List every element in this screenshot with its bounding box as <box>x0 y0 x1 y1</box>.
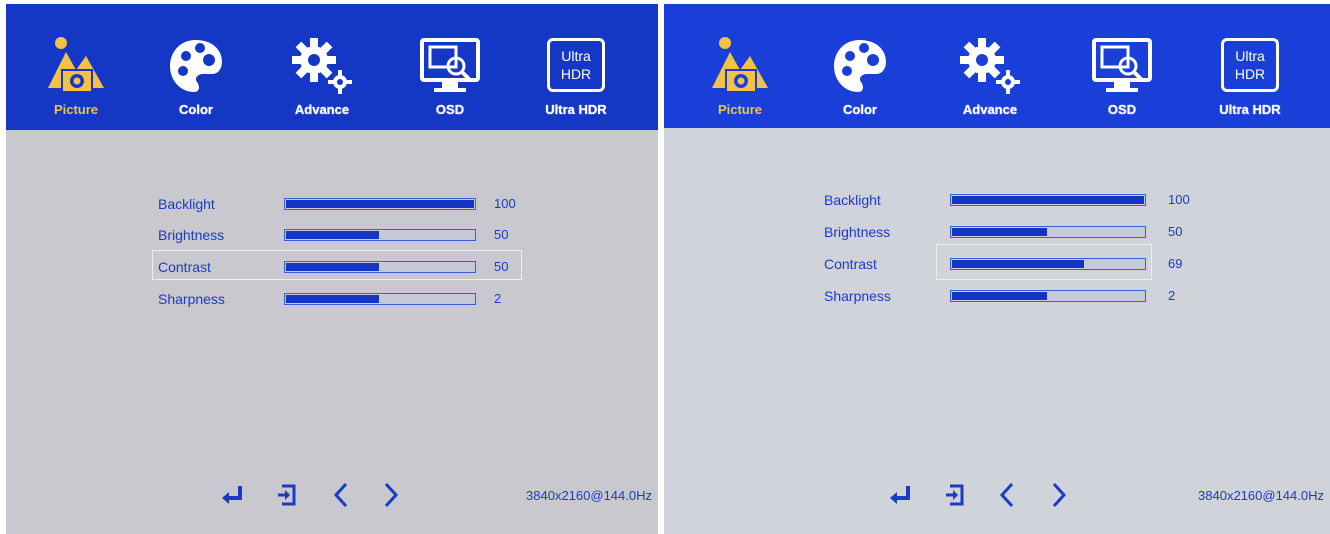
setting-label: Contrast <box>824 256 877 272</box>
tab-label: Ultra HDR <box>545 102 607 117</box>
contrast-slider[interactable] <box>950 258 1146 270</box>
ultra-hdr-icon-text: Ultra <box>1235 48 1265 64</box>
picture-icon <box>708 36 772 105</box>
setting-value: 50 <box>494 259 509 274</box>
palette-icon <box>166 36 226 101</box>
setting-row-brightness[interactable]: Brightness 50 <box>158 223 538 249</box>
slider-fill <box>952 228 1047 236</box>
tab-label: OSD <box>1107 102 1137 117</box>
tab-advance[interactable]: Advance <box>272 34 372 120</box>
setting-value: 100 <box>494 196 516 211</box>
resolution-readout: 3840x2160@144.0Hz <box>1198 488 1324 503</box>
sharpness-slider[interactable] <box>284 293 476 305</box>
slider-fill <box>286 231 379 239</box>
backlight-slider[interactable] <box>284 198 476 210</box>
tab-label: Color <box>179 102 213 117</box>
osd-bottom-bar: 3840x2160@144.0Hz <box>6 474 658 534</box>
tab-color[interactable]: Color <box>146 34 246 120</box>
slider-fill <box>286 295 379 303</box>
left-arrow-icon[interactable] <box>328 480 354 510</box>
tab-label: Picture <box>717 102 763 117</box>
slider-fill <box>952 292 1047 300</box>
right-arrow-icon[interactable] <box>1046 480 1072 510</box>
gear-icon <box>290 36 354 101</box>
setting-row-sharpness[interactable]: Sharpness 2 <box>824 284 1204 310</box>
tab-ultra-hdr[interactable]: Ultra HDR Ultra HDR <box>526 34 626 120</box>
tab-color[interactable]: Color <box>810 34 910 120</box>
ultra-hdr-icon: Ultra HDR <box>1221 38 1279 92</box>
slider-fill <box>286 263 379 271</box>
gear-icon <box>958 36 1022 101</box>
setting-row-backlight[interactable]: Backlight 100 <box>824 188 1204 214</box>
exit-icon[interactable] <box>274 480 300 510</box>
setting-row-contrast[interactable]: Contrast 50 <box>158 255 538 281</box>
setting-value: 69 <box>1168 256 1183 271</box>
brightness-slider[interactable] <box>950 226 1146 238</box>
osd-screen-left: Picture Color Advance OSD Ultra HDR Ultr… <box>6 4 658 534</box>
slider-fill <box>952 196 1144 204</box>
setting-value: 100 <box>1168 192 1190 207</box>
osd-monitor-icon <box>418 36 482 101</box>
palette-icon <box>830 36 890 101</box>
osd-tab-bar: Picture Color Advance OSD Ultra HDR Ultr… <box>664 4 1330 128</box>
tab-label: Color <box>843 102 877 117</box>
tab-label: Advance <box>294 102 350 117</box>
backlight-slider[interactable] <box>950 194 1146 206</box>
enter-icon[interactable] <box>220 480 246 510</box>
picture-icon <box>44 36 108 105</box>
setting-row-sharpness[interactable]: Sharpness 2 <box>158 287 538 313</box>
tab-advance[interactable]: Advance <box>940 34 1040 120</box>
tab-label: OSD <box>435 102 465 117</box>
setting-row-brightness[interactable]: Brightness 50 <box>824 220 1204 246</box>
slider-fill <box>952 260 1084 268</box>
setting-value: 50 <box>494 227 509 242</box>
ultra-hdr-icon-text: HDR <box>1234 66 1266 82</box>
setting-label: Backlight <box>158 196 215 212</box>
tab-picture[interactable]: Picture <box>26 34 126 120</box>
setting-value: 2 <box>1168 288 1176 303</box>
ultra-hdr-icon-text: Ultra <box>561 48 591 64</box>
contrast-slider[interactable] <box>284 261 476 273</box>
left-arrow-icon[interactable] <box>994 480 1020 510</box>
enter-icon[interactable] <box>888 480 914 510</box>
setting-value: 50 <box>1168 224 1183 239</box>
setting-label: Contrast <box>158 259 211 275</box>
sharpness-slider[interactable] <box>950 290 1146 302</box>
osd-tab-bar: Picture Color Advance OSD Ultra HDR Ultr… <box>6 4 658 130</box>
setting-value: 2 <box>494 291 502 306</box>
tab-label: Picture <box>53 102 99 117</box>
tab-label: Ultra HDR <box>1219 102 1281 117</box>
osd-monitor-icon <box>1090 36 1154 101</box>
exit-icon[interactable] <box>942 480 968 510</box>
ultra-hdr-icon: Ultra HDR <box>547 38 605 92</box>
tab-ultra-hdr[interactable]: Ultra HDR Ultra HDR <box>1200 34 1300 120</box>
tab-osd[interactable]: OSD <box>1072 34 1172 120</box>
resolution-readout: 3840x2160@144.0Hz <box>526 488 652 503</box>
brightness-slider[interactable] <box>284 229 476 241</box>
setting-label: Backlight <box>824 192 881 208</box>
setting-label: Sharpness <box>824 288 891 304</box>
tab-osd[interactable]: OSD <box>400 34 500 120</box>
slider-fill <box>286 200 474 208</box>
setting-label: Brightness <box>158 227 225 243</box>
setting-label: Brightness <box>824 224 891 240</box>
tab-picture[interactable]: Picture <box>690 34 790 120</box>
setting-row-backlight[interactable]: Backlight 100 <box>158 192 538 218</box>
osd-screen-right: Picture Color Advance OSD Ultra HDR Ultr… <box>664 4 1330 534</box>
osd-bottom-bar: 3840x2160@144.0Hz <box>664 474 1330 534</box>
right-arrow-icon[interactable] <box>378 480 404 510</box>
tab-label: Advance <box>962 102 1018 117</box>
setting-row-contrast[interactable]: Contrast 69 <box>824 252 1204 278</box>
ultra-hdr-icon-text: HDR <box>560 66 592 82</box>
setting-label: Sharpness <box>158 291 225 307</box>
